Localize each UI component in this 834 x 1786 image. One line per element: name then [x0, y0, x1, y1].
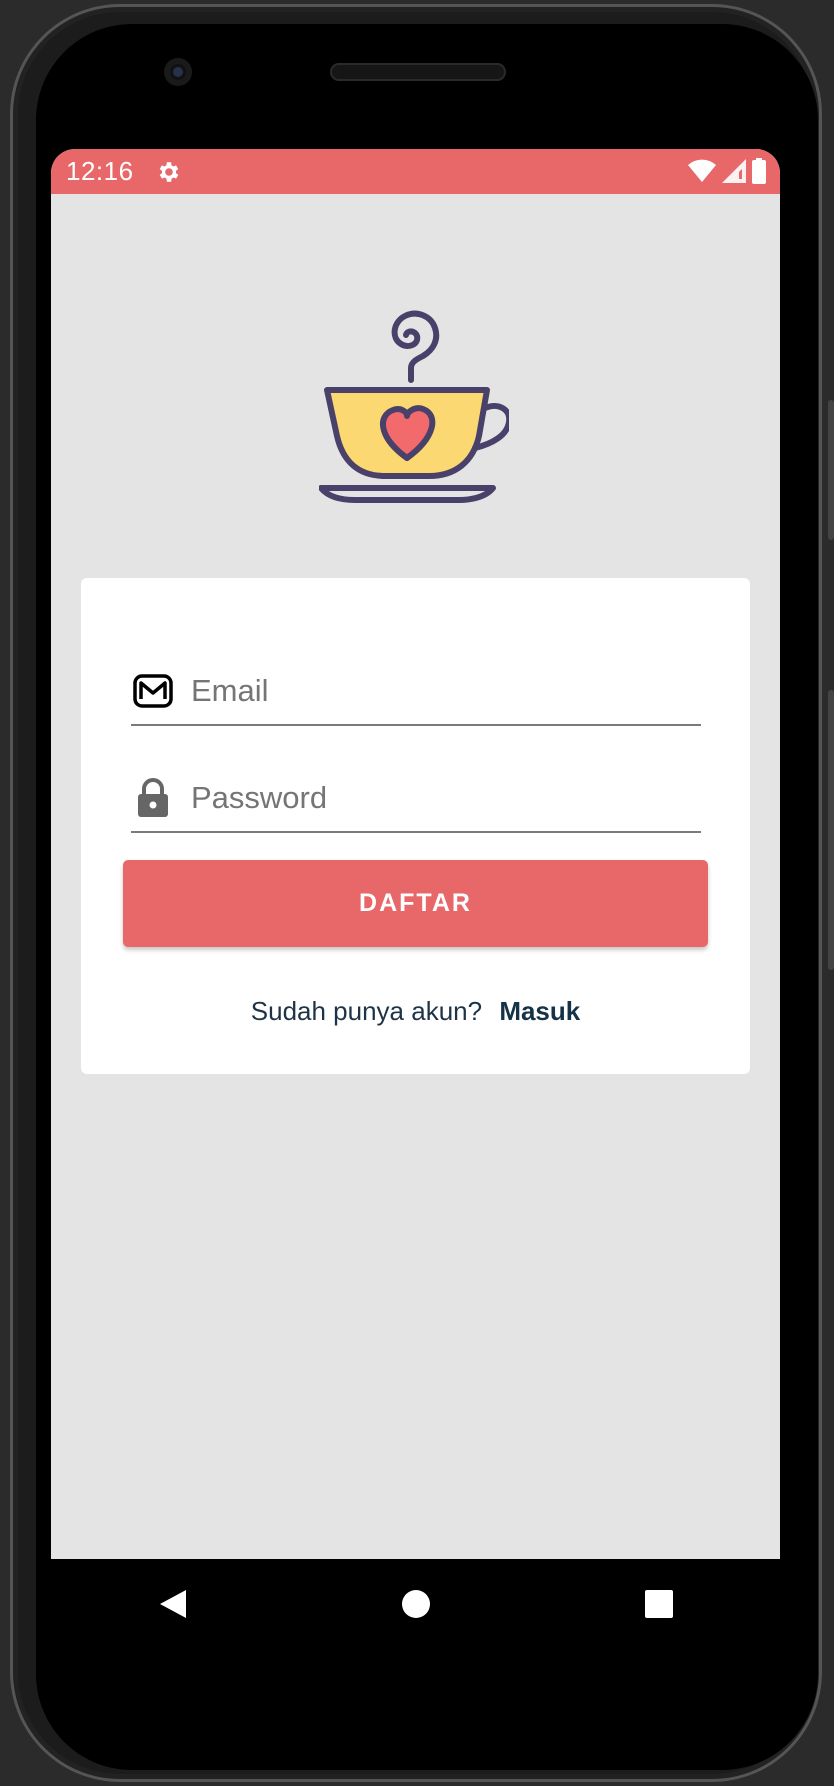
coffee-cup-heart-icon	[318, 298, 513, 504]
back-icon[interactable]	[153, 1584, 193, 1624]
home-icon[interactable]	[396, 1584, 436, 1624]
status-bar: 12:16	[51, 149, 780, 194]
volume-button	[828, 400, 834, 540]
navigation-bar	[51, 1559, 780, 1649]
password-input[interactable]	[191, 780, 671, 816]
email-input[interactable]	[191, 673, 671, 709]
login-prompt-text: Sudah punya akun?	[250, 996, 483, 1026]
login-prompt-row: Sudah punya akun? Masuk	[81, 996, 750, 1027]
password-field[interactable]	[131, 765, 701, 833]
mail-icon	[131, 669, 175, 713]
device-frame: 12:16 Email DAFTAR Sudah punya akun? Mas…	[0, 0, 834, 1786]
register-card: DAFTAR Sudah punya akun? Masuk	[81, 578, 750, 1074]
status-time: 12:16	[66, 156, 134, 186]
power-button	[828, 690, 834, 970]
wifi-icon	[688, 159, 716, 188]
masuk-link[interactable]: Masuk	[499, 996, 580, 1026]
gear-icon	[156, 159, 182, 185]
app-screen: 12:16 Email DAFTAR Sudah punya akun? Mas…	[51, 149, 780, 1559]
email-field[interactable]	[131, 658, 701, 726]
signal-icon	[722, 159, 746, 188]
earpiece-speaker	[330, 63, 506, 81]
daftar-button[interactable]: DAFTAR	[123, 860, 708, 947]
battery-icon	[752, 158, 766, 189]
status-icons	[688, 158, 766, 189]
recents-icon[interactable]	[639, 1584, 679, 1624]
front-camera	[164, 58, 192, 86]
main-content: DAFTAR Sudah punya akun? Masuk	[51, 194, 780, 1559]
lock-icon	[131, 776, 175, 820]
